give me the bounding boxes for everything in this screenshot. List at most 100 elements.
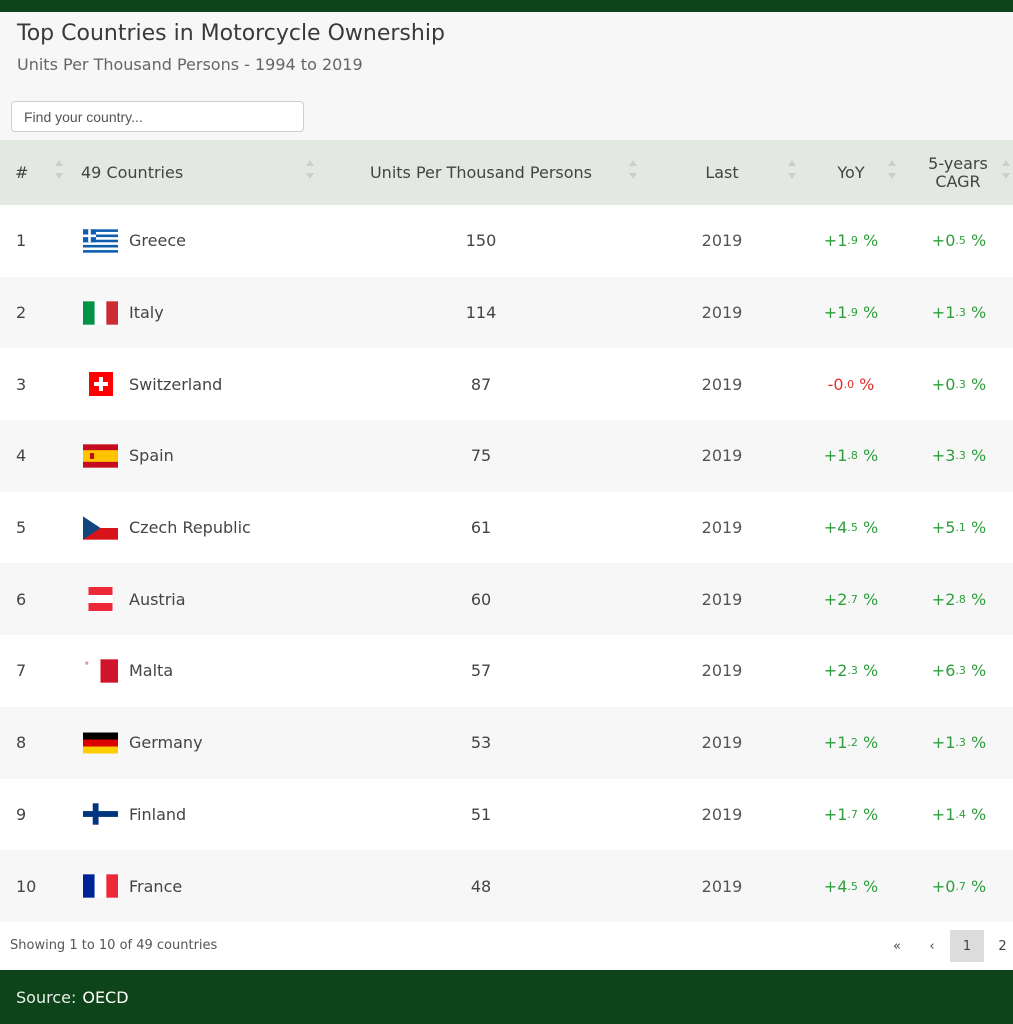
yoy-integer: -0 [827, 374, 844, 394]
yoy-decimal: .2 [847, 736, 858, 750]
table-row[interactable]: 2 Italy 114 2019 +1.9 % +1.3 % [0, 276, 1013, 349]
row-rank: 7 [16, 661, 27, 681]
table-row[interactable]: 5 Czech Republic 61 2019 +4.5 % +5.1 % [0, 491, 1013, 564]
percent-sign: % [857, 446, 879, 466]
percent-sign: % [965, 518, 987, 538]
cagr-decimal: .8 [955, 592, 966, 606]
country-name[interactable]: Greece [129, 231, 186, 250]
percent-sign: % [965, 374, 987, 394]
table-body: 1 Greece 150 2019 +1.9 % +0.5 % 2 Italy 114 2019 +… [0, 205, 1013, 922]
percent-sign: % [965, 231, 987, 251]
percent-sign: % [965, 876, 987, 896]
prev-page-button[interactable]: ‹ [919, 930, 945, 962]
sort-icon[interactable] [54, 158, 64, 184]
cagr-decimal: .1 [955, 521, 966, 535]
yoy-integer: +1 [823, 446, 848, 466]
row-yoy: +4.5 % [800, 850, 902, 922]
yoy-integer: +1 [823, 733, 848, 753]
row-country[interactable]: Switzerland [83, 348, 222, 420]
row-country[interactable]: Italy [83, 277, 164, 349]
row-country[interactable]: Finland [83, 779, 186, 851]
row-country[interactable]: Czech Republic [83, 492, 251, 564]
germany-flag-icon [83, 731, 118, 755]
sort-icon[interactable] [787, 158, 797, 184]
percent-sign: % [854, 374, 875, 394]
malta-flag-icon [83, 659, 118, 683]
row-rank: 1 [16, 231, 27, 251]
table-row[interactable]: 7 Malta 57 2019 +2.3 % +6.3 % [0, 635, 1013, 707]
yoy-integer: +1 [823, 231, 848, 251]
row-country[interactable]: Greece [83, 205, 186, 277]
table-row[interactable]: 8 Germany 53 2019 +1.2 % +1.3 % [0, 706, 1013, 779]
country-name[interactable]: Switzerland [129, 375, 222, 394]
cagr-integer: +1 [931, 733, 956, 753]
yoy-decimal: .3 [847, 664, 858, 678]
row-rank: 4 [16, 446, 27, 466]
row-yoy: +1.9 % [800, 277, 902, 349]
col-header-last[interactable]: Last [672, 140, 772, 205]
source-footer: Source: OECD [0, 970, 1013, 1024]
table-row[interactable]: 4 Spain 75 2019 +1.8 % +3.3 % [0, 420, 1013, 492]
sort-icon[interactable] [305, 158, 315, 184]
row-country[interactable]: France [83, 850, 182, 922]
row-last: 2019 [701, 733, 743, 753]
source-name[interactable]: OECD [82, 988, 128, 1007]
row-country[interactable]: Spain [83, 420, 174, 492]
percent-sign: % [857, 661, 879, 681]
percent-sign: % [857, 589, 879, 609]
cagr-integer: +0 [931, 374, 956, 394]
sort-icon[interactable] [1001, 158, 1011, 184]
row-value: 48 [470, 876, 492, 896]
row-cagr: +1.3 % [910, 707, 1008, 779]
row-value: 75 [470, 446, 492, 466]
country-name[interactable]: Austria [129, 590, 186, 609]
yoy-decimal: .7 [847, 592, 858, 606]
country-name[interactable]: Germany [129, 733, 203, 752]
country-name[interactable]: Malta [129, 661, 173, 680]
col-header-country[interactable]: 49 Countries [81, 140, 183, 205]
row-rank: 2 [16, 303, 27, 323]
table-row[interactable]: 6 Austria 60 2019 +2.7 % +2.8 % [0, 563, 1013, 636]
cagr-integer: +1 [931, 303, 956, 323]
percent-sign: % [857, 231, 879, 251]
row-yoy: +2.7 % [800, 563, 902, 635]
table-row[interactable]: 9 Finland 51 2019 +1.7 % +1.4 % [0, 778, 1013, 851]
table-row[interactable]: 3 Switzerland 87 2019 -0.0 % +0.3 % [0, 348, 1013, 421]
country-search-input[interactable] [11, 101, 304, 132]
country-name[interactable]: Spain [129, 446, 174, 465]
table-row[interactable]: 10 France 48 2019 +4.5 % +0.7 % [0, 850, 1013, 922]
col-header-cagr[interactable]: 5-years CAGR [918, 140, 998, 205]
col-header-rank[interactable]: # [15, 140, 28, 205]
row-country[interactable]: Malta [83, 635, 173, 707]
finland-flag-icon [83, 802, 118, 826]
yoy-integer: +2 [823, 589, 848, 609]
page-1-button[interactable]: 1 [950, 930, 984, 962]
row-rank: 5 [16, 518, 27, 538]
row-cagr: +0.3 % [910, 348, 1008, 420]
country-name[interactable]: France [129, 877, 182, 896]
row-country[interactable]: Austria [83, 563, 186, 635]
row-country[interactable]: Germany [83, 707, 203, 779]
row-cagr: +3.3 % [910, 420, 1008, 492]
row-yoy: +1.7 % [800, 779, 902, 851]
first-page-button[interactable]: « [884, 930, 910, 962]
row-value: 57 [470, 661, 492, 681]
page-title: Top Countries in Motorcycle Ownership [17, 21, 445, 46]
country-name[interactable]: Czech Republic [129, 518, 251, 537]
table-row[interactable]: 1 Greece 150 2019 +1.9 % +0.5 % [0, 205, 1013, 277]
percent-sign: % [857, 303, 879, 323]
row-rank: 10 [16, 876, 37, 896]
cagr-integer: +2 [931, 589, 956, 609]
page-header: Top Countries in Motorcycle Ownership Un… [0, 12, 1013, 140]
page-2-button[interactable]: 2 [992, 930, 1013, 962]
cagr-decimal: .4 [955, 807, 966, 821]
cagr-integer: +5 [931, 518, 956, 538]
row-value: 87 [470, 374, 492, 394]
sort-icon[interactable] [628, 158, 638, 184]
row-last: 2019 [701, 303, 743, 323]
sort-icon[interactable] [887, 158, 897, 184]
country-name[interactable]: Finland [129, 805, 186, 824]
country-name[interactable]: Italy [129, 303, 164, 322]
row-yoy: +1.9 % [800, 205, 902, 277]
col-header-value[interactable]: Units Per Thousand Persons [350, 140, 612, 205]
